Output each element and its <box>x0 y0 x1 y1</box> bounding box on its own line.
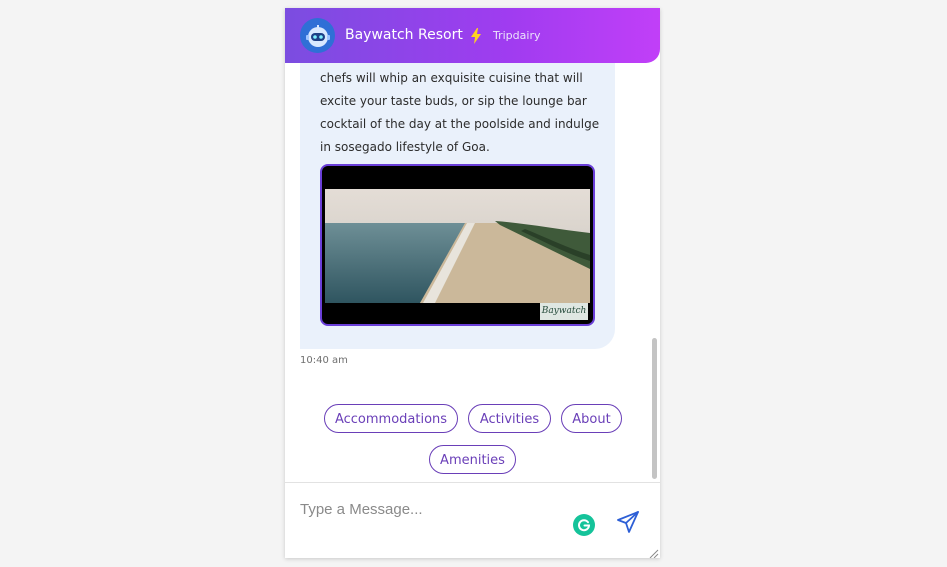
message-line: in sosegado lifestyle of Goa. <box>320 140 490 154</box>
quick-reply-activities[interactable]: Activities <box>468 404 551 433</box>
send-icon[interactable] <box>616 510 640 534</box>
quick-reply-accommodations[interactable]: Accommodations <box>324 404 458 433</box>
powered-by-link[interactable]: Tripdairy <box>493 29 540 43</box>
resize-handle-icon[interactable] <box>647 544 659 558</box>
grammarly-icon[interactable] <box>573 514 595 536</box>
chat-scrollbar[interactable] <box>652 338 657 479</box>
chat-header: Baywatch Resort Tripdairy <box>285 8 660 63</box>
video-thumbnail <box>325 189 590 303</box>
bot-name: Baywatch Resort <box>345 27 463 43</box>
robot-icon <box>300 18 335 53</box>
bot-message-bubble: chefs will whip an exquisite cuisine tha… <box>300 63 615 349</box>
message-line: chefs will whip an exquisite cuisine tha… <box>320 71 583 85</box>
chat-widget: Baywatch Resort Tripdairy chefs will whi… <box>285 8 660 558</box>
message-composer <box>285 483 660 558</box>
message-text: chefs will whip an exquisite cuisine tha… <box>320 67 600 159</box>
quick-reply-amenities[interactable]: Amenities <box>429 445 516 474</box>
video-player[interactable]: Baywatch <box>320 164 595 326</box>
message-input[interactable] <box>300 498 560 520</box>
message-timestamp: 10:40 am <box>300 355 348 366</box>
lightning-bolt-icon <box>470 28 482 44</box>
message-line: excite your taste buds, or sip the loung… <box>320 94 587 108</box>
chat-messages: chefs will whip an exquisite cuisine tha… <box>285 63 660 482</box>
quick-reply-about[interactable]: About <box>561 404 622 433</box>
video-watermark: Baywatch <box>540 303 588 320</box>
message-line: cocktail of the day at the poolside and … <box>320 117 600 131</box>
